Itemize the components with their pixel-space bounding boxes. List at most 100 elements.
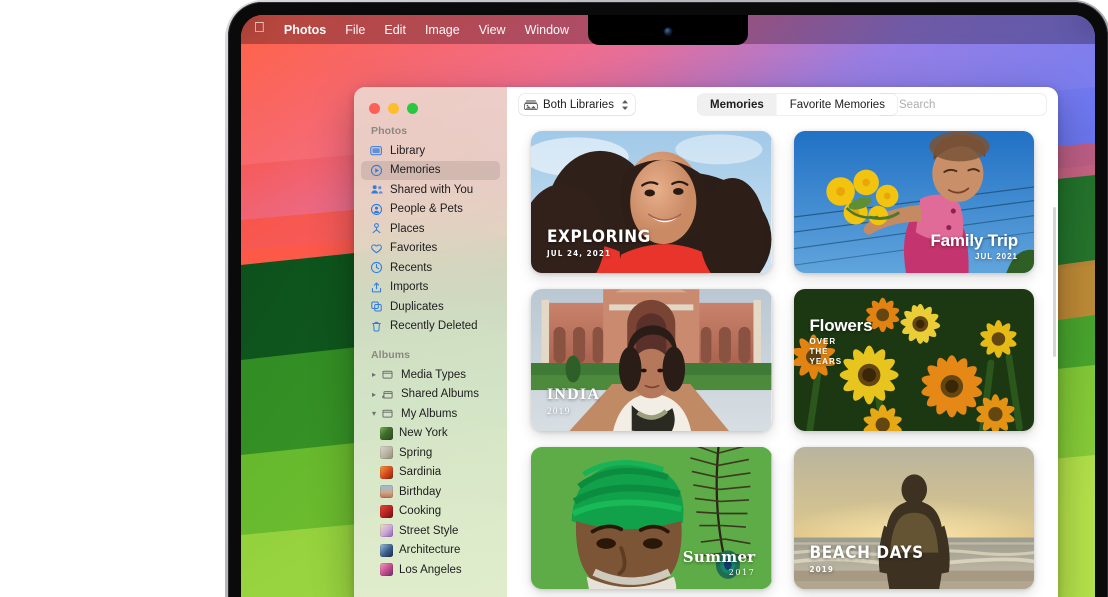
sidebar-item-label: Places [390, 223, 425, 235]
sidebar-item-shared-with-you[interactable]: Shared with You [361, 180, 500, 200]
memories-grid: EXPLORING JUL 24, 2021 [507, 122, 1058, 589]
sidebar-album-label: New York [399, 427, 448, 439]
chevron-right-icon[interactable]: ▸ [369, 390, 379, 399]
trash-icon [369, 319, 384, 334]
zoom-button[interactable] [407, 103, 418, 114]
sidebar-item-favorites[interactable]: Favorites [361, 239, 500, 259]
sidebar-item-label: Favorites [390, 242, 437, 254]
both-libraries-button[interactable]: Both Libraries [519, 94, 635, 115]
sidebar-album-los-angeles[interactable]: Los Angeles [361, 560, 500, 580]
memory-caption: INDIA 2019 [547, 387, 600, 417]
chevron-right-icon[interactable]: ▸ [369, 370, 379, 379]
display-notch [588, 15, 748, 45]
memory-card-exploring[interactable]: EXPLORING JUL 24, 2021 [531, 131, 772, 273]
sidebar-item-label: Shared Albums [401, 388, 479, 400]
library-icon [369, 143, 384, 158]
sidebar-item-label: My Albums [401, 408, 457, 420]
sidebar-album-spring[interactable]: Spring [361, 443, 500, 463]
memory-title: Family Trip [930, 232, 1018, 249]
menu-item-view[interactable]: View [479, 23, 506, 37]
sidebar-album-label: Sardinia [399, 466, 441, 478]
sidebar-item-media-types[interactable]: ▸ Media Types [361, 365, 500, 385]
sidebar-section-albums-header: Albums [354, 336, 507, 365]
memory-subtitle: JUL 24, 2021 [547, 249, 651, 259]
sidebar-album-architecture[interactable]: Architecture [361, 541, 500, 561]
search-field[interactable]: Search [876, 94, 1046, 115]
laptop-screen:  Photos File Edit Image View Window Hel… [241, 15, 1095, 597]
sidebar-album-new-york[interactable]: New York [361, 424, 500, 444]
sidebar-album-street-style[interactable]: Street Style [361, 521, 500, 541]
sidebar-item-memories[interactable]: Memories [361, 161, 500, 181]
tab-memories[interactable]: Memories [697, 94, 777, 115]
photos-app-window[interactable]: Photos Library Memories [354, 87, 1058, 597]
imports-arrow-icon [369, 280, 384, 295]
menu-item-image[interactable]: Image [425, 23, 460, 37]
up-down-stepper-icon[interactable] [621, 99, 629, 111]
photos-sidebar[interactable]: Photos Library Memories [354, 87, 507, 597]
sidebar-album-sardinia[interactable]: Sardinia [361, 463, 500, 483]
sidebar-item-recents[interactable]: Recents [361, 258, 500, 278]
sidebar-item-library[interactable]: Library [361, 141, 500, 161]
minimize-button[interactable] [388, 103, 399, 114]
sidebar-item-my-albums[interactable]: ▾ My Albums [361, 404, 500, 424]
close-button[interactable] [369, 103, 380, 114]
window-traffic-lights[interactable] [354, 87, 507, 114]
sidebar-album-cooking[interactable]: Cooking [361, 502, 500, 522]
menu-item-window[interactable]: Window [525, 23, 569, 37]
memory-card-summer[interactable]: Summer 2017 [531, 447, 772, 589]
content-scrollbar[interactable] [1053, 207, 1056, 357]
sidebar-item-label: Library [390, 145, 425, 157]
album-thumbnail [380, 485, 393, 498]
album-thumbnail [380, 427, 393, 440]
sidebar-item-people-pets[interactable]: People & Pets [361, 200, 500, 220]
memory-caption: Family Trip JUL 2021 [930, 232, 1018, 262]
laptop-bezel:  Photos File Edit Image View Window Hel… [228, 2, 1108, 597]
heart-icon [369, 241, 384, 256]
sidebar-item-places[interactable]: Places [361, 219, 500, 239]
memory-title: BEACH DAYS [810, 545, 924, 562]
sidebar-album-label: Birthday [399, 486, 441, 498]
memory-subtitle: 2017 [683, 568, 756, 578]
memory-subtitle: 2019 [547, 406, 600, 417]
sidebar-album-label: Los Angeles [399, 564, 462, 576]
sidebar-album-birthday[interactable]: Birthday [361, 482, 500, 502]
facetime-camera-icon [665, 28, 672, 35]
clock-icon [369, 260, 384, 275]
chevron-down-icon[interactable]: ▾ [369, 409, 379, 418]
library-stack-icon [524, 99, 538, 111]
memory-caption: Flowers OVER THE YEARS [810, 317, 821, 328]
memory-card-beach-days[interactable]: BEACH DAYS 2019 [794, 447, 1035, 589]
sidebar-item-duplicates[interactable]: Duplicates [361, 297, 500, 317]
menu-item-photos[interactable]: Photos [284, 23, 326, 37]
sidebar-section-photos-header: Photos [354, 114, 507, 141]
tab-favorite-memories[interactable]: Favorite Memories [777, 94, 898, 115]
apple-logo-icon[interactable]:  [254, 21, 265, 36]
sidebar-item-label: Memories [390, 164, 440, 176]
photos-toolbar: Both Libraries Memories Favorite Memorie… [507, 87, 1058, 122]
menu-item-edit[interactable]: Edit [384, 23, 406, 37]
memory-card-family-trip[interactable]: Family Trip JUL 2021 [794, 131, 1035, 273]
sidebar-item-shared-albums[interactable]: ▸ Shared Albums [361, 385, 500, 405]
sidebar-item-label: Imports [390, 281, 428, 293]
sidebar-album-label: Architecture [399, 544, 460, 556]
memory-card-india[interactable]: INDIA 2019 [531, 289, 772, 431]
sidebar-item-imports[interactable]: Imports [361, 278, 500, 298]
places-pin-icon [369, 221, 384, 236]
album-thumbnail [380, 563, 393, 576]
memory-subtitle: OVER THE YEARS [810, 337, 821, 366]
memory-title: Summer [683, 550, 756, 565]
sidebar-item-recently-deleted[interactable]: Recently Deleted [361, 317, 500, 337]
sidebar-item-label: Duplicates [390, 301, 444, 313]
sidebar-album-label: Cooking [399, 505, 441, 517]
sidebar-item-label: Shared with You [390, 184, 473, 196]
album-thumbnail [380, 505, 393, 518]
album-thumbnail [380, 446, 393, 459]
photos-content-area: Both Libraries Memories Favorite Memorie… [507, 87, 1058, 597]
memory-card-flowers[interactable]: Flowers OVER THE YEARS [794, 289, 1035, 431]
album-thumbnail [380, 524, 393, 537]
memory-title: EXPLORING [547, 229, 651, 246]
folder-icon [380, 367, 395, 382]
sidebar-item-label: People & Pets [390, 203, 463, 215]
memories-segmented-control[interactable]: Memories Favorite Memories [697, 94, 898, 115]
menu-item-file[interactable]: File [345, 23, 365, 37]
